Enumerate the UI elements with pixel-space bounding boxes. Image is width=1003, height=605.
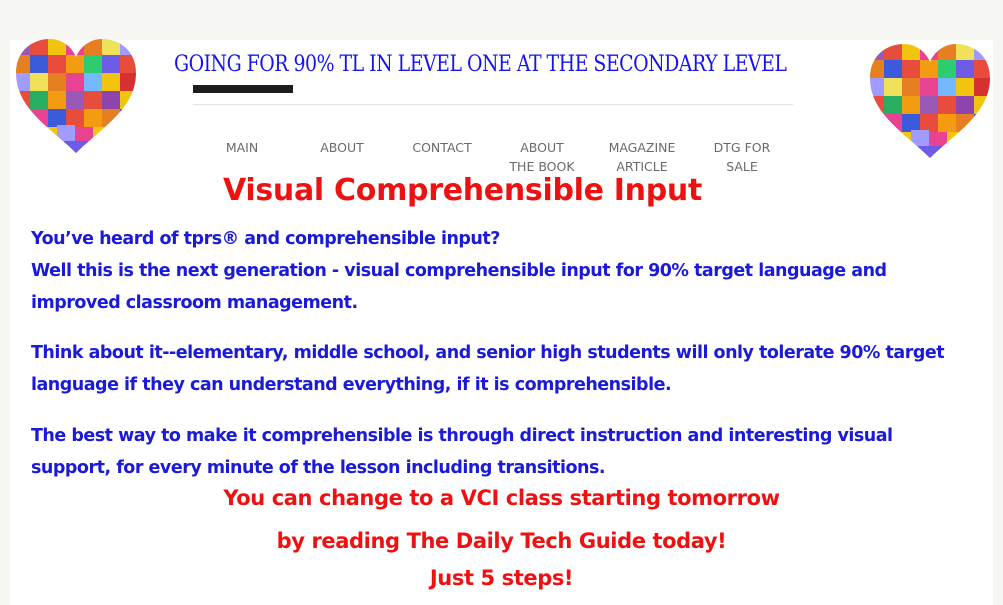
nav-item-label: ABOUT (320, 140, 364, 155)
nav-item-contact[interactable]: CONTACT (392, 138, 492, 176)
nav-item-main[interactable]: MAIN (192, 138, 292, 176)
nav-item-label: DTG FOR (713, 140, 771, 155)
content-panel (10, 40, 993, 605)
puzzle-heart-logo-left[interactable] (12, 37, 140, 155)
cta-line-change-class: You can change to a VCI class starting t… (223, 486, 780, 510)
nav-item-label: ABOUT (520, 140, 564, 155)
nav-item-label: MAGAZINE (608, 140, 676, 155)
cta-line-five-steps: Just 5 steps! (429, 566, 574, 590)
page-heading: Visual Comprehensible Input (222, 173, 702, 208)
nav-item-about[interactable]: ABOUT (292, 138, 392, 176)
nav-item-about-the-book[interactable]: ABOUT THE BOOK (492, 138, 592, 176)
paragraph-line: improved classroom management. (31, 293, 358, 313)
paragraph-line: support, for every minute of the lesson … (31, 458, 606, 478)
nav-item-dtg-for-sale[interactable]: DTG FOR SALE (692, 138, 792, 176)
puzzle-heart-icon (16, 39, 136, 153)
paragraph-line: You’ve heard of tprs® and comprehensible… (31, 229, 500, 249)
paragraph-line: Well this is the next generation - visua… (31, 261, 887, 281)
think-paragraph: Think about it--elementary, middle schoo… (31, 337, 981, 401)
nav-item-magazine-article[interactable]: MAGAZINE ARTICLE (592, 138, 692, 176)
site-title[interactable]: GOING FOR 90% TL IN LEVEL ONE AT THE SEC… (174, 52, 787, 77)
best-way-paragraph: The best way to make it comprehensible i… (31, 420, 981, 484)
paragraph-line: language if they can understand everythi… (31, 375, 672, 395)
nav-item-label: CONTACT (412, 140, 472, 155)
puzzle-heart-icon (870, 44, 990, 158)
intro-paragraph: You’ve heard of tprs® and comprehensible… (31, 223, 981, 319)
header-divider (193, 104, 793, 105)
title-accent-bar (193, 85, 293, 93)
puzzle-heart-logo-right[interactable] (866, 42, 994, 160)
cta-line-read-guide: by reading The Daily Tech Guide today! (276, 529, 727, 553)
main-nav: MAIN ABOUT CONTACT ABOUT THE BOOK MAGAZI… (192, 138, 792, 176)
paragraph-line: Think about it--elementary, middle schoo… (31, 343, 945, 363)
nav-item-label: MAIN (225, 140, 259, 155)
paragraph-line: The best way to make it comprehensible i… (31, 426, 893, 446)
